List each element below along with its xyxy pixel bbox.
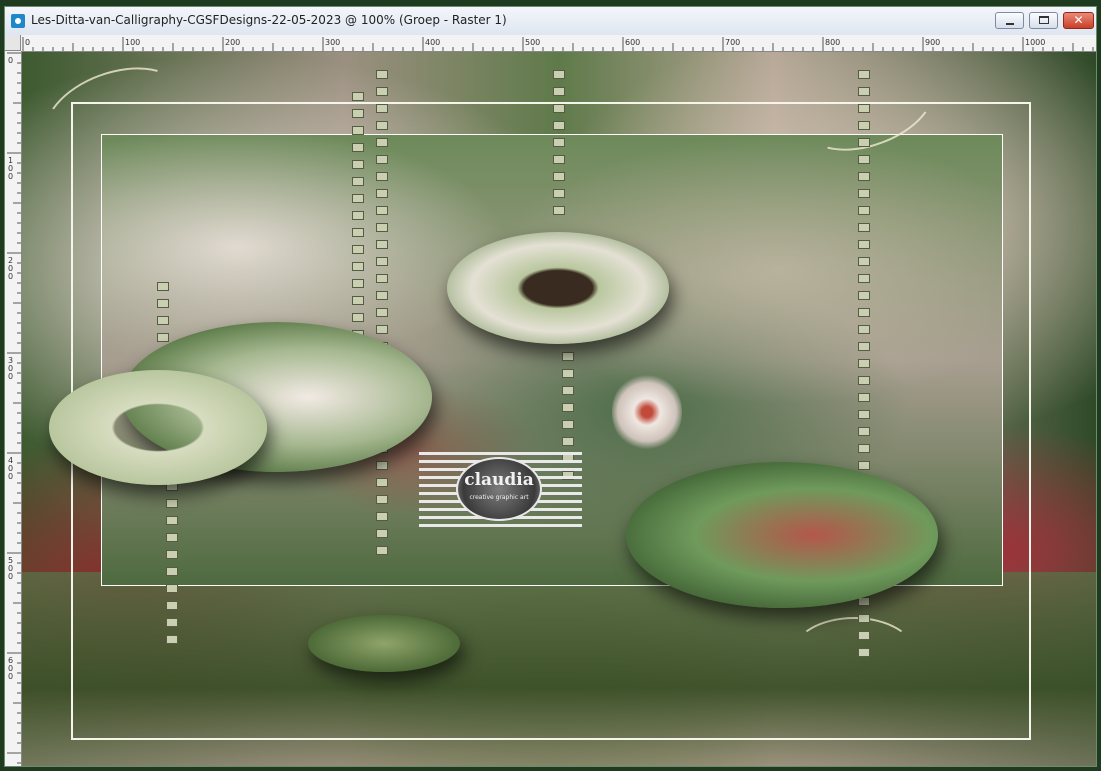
logo-stripe bbox=[419, 524, 582, 527]
ruler-label: 700 bbox=[725, 38, 740, 47]
disc-right bbox=[626, 462, 938, 608]
ruler-label: 300 bbox=[325, 38, 340, 47]
flower bbox=[612, 372, 682, 452]
ring-left bbox=[49, 370, 267, 485]
close-button[interactable]: ✕ bbox=[1063, 12, 1094, 29]
image-canvas[interactable]: claudia creative graphic art bbox=[22, 52, 1096, 766]
chain-strip bbox=[352, 92, 364, 364]
ring-top bbox=[447, 232, 669, 344]
ruler-label: 0 bbox=[8, 672, 13, 681]
maximize-button[interactable] bbox=[1029, 12, 1058, 29]
ruler-label: 1000 bbox=[1025, 38, 1045, 47]
ruler-label: 0 bbox=[25, 38, 30, 47]
title-bar[interactable]: Les-Ditta-van-Calligraphy-CGSFDesigns-22… bbox=[5, 7, 1096, 36]
vertical-ruler[interactable]: 0100200300400500600 bbox=[5, 51, 22, 766]
ruler-label: 400 bbox=[425, 38, 440, 47]
vertical-ruler-graphic: 0100200300400500600 bbox=[7, 52, 21, 764]
ruler-label: 600 bbox=[625, 38, 640, 47]
logo-text: claudia bbox=[464, 470, 534, 490]
close-icon: ✕ bbox=[1073, 13, 1084, 27]
decorative-curl bbox=[792, 617, 916, 691]
minimize-icon bbox=[1006, 23, 1014, 25]
chain-strip bbox=[166, 482, 178, 652]
horizontal-ruler-graphic: 0 100 200 300 400 500 600 700 800 900 1000 bbox=[22, 37, 1094, 51]
restore-icon bbox=[1039, 16, 1049, 24]
ruler-label: 0 bbox=[8, 172, 13, 181]
window-title: Les-Ditta-van-Calligraphy-CGSFDesigns-22… bbox=[31, 13, 507, 27]
ruler-label: 0 bbox=[8, 472, 13, 481]
ruler-label: 800 bbox=[825, 38, 840, 47]
logo-subtext: creative graphic art bbox=[469, 494, 529, 501]
ruler-label: 0 bbox=[8, 56, 13, 65]
ruler-label: 100 bbox=[125, 38, 140, 47]
ruler-label: 0 bbox=[8, 572, 13, 581]
ruler-label: 0 bbox=[8, 372, 13, 381]
chain-strip bbox=[376, 70, 388, 563]
disc-bottom bbox=[308, 615, 460, 672]
ruler-label: 500 bbox=[525, 38, 540, 47]
horizontal-ruler[interactable]: 0 100 200 300 400 500 600 700 800 900 1000 bbox=[21, 35, 1096, 52]
watermark-logo: claudia creative graphic art bbox=[419, 448, 582, 529]
chain-strip bbox=[553, 70, 565, 223]
ruler-label: 900 bbox=[925, 38, 940, 47]
ruler-label: 0 bbox=[8, 272, 13, 281]
minimize-button[interactable] bbox=[995, 12, 1024, 29]
logo-stripe bbox=[419, 452, 582, 455]
document-window: Les-Ditta-van-Calligraphy-CGSFDesigns-22… bbox=[4, 6, 1097, 767]
app-icon bbox=[11, 14, 25, 28]
ruler-label: 200 bbox=[225, 38, 240, 47]
ruler-corner bbox=[5, 35, 21, 51]
